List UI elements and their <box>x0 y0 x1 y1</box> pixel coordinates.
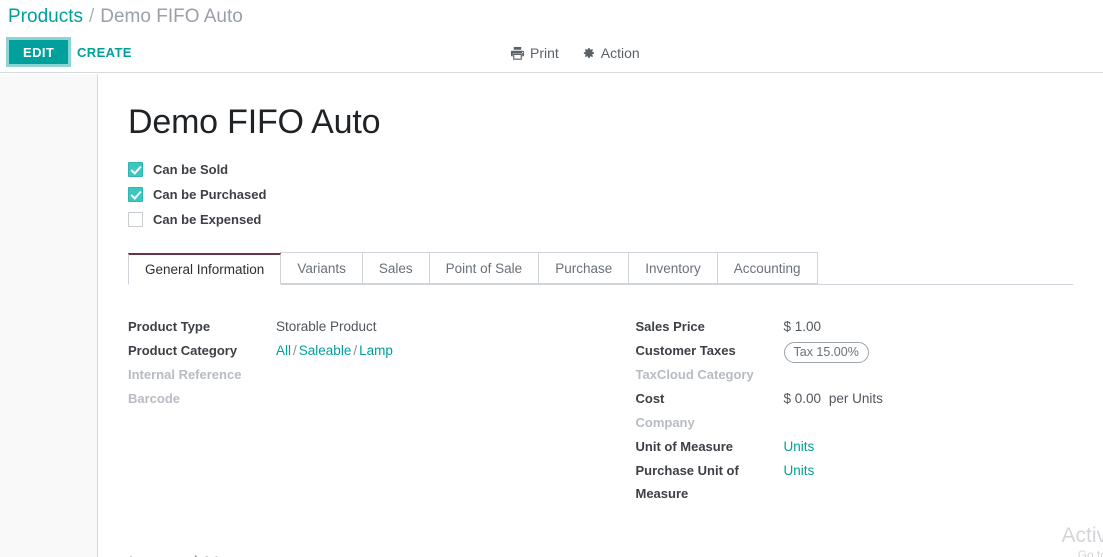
field-value-customer-taxes: Tax 15.00% <box>784 339 869 363</box>
product-flags-group: Can be Sold Can be Purchased Can be Expe… <box>128 157 1073 232</box>
tab-point-of-sale[interactable]: Point of Sale <box>429 252 540 284</box>
internal-notes-heading: Internal Notes <box>128 505 1073 557</box>
field-internal-reference: Internal Reference <box>128 363 601 387</box>
form-column-right: Sales Price $ 1.00 Customer Taxes Tax 15… <box>601 315 1074 505</box>
field-value-product-category: All/Saleable/Lamp <box>276 339 393 363</box>
checkbox-label-can-be-sold: Can be Sold <box>153 162 228 177</box>
checkbox-row-can-be-purchased[interactable]: Can be Purchased <box>128 182 1073 207</box>
odoo-product-form-page: Products / Demo FIFO Auto EDIT CREATE Pr… <box>0 0 1103 557</box>
field-unit-of-measure: Unit of Measure Units <box>636 435 1074 459</box>
checkbox-row-can-be-expensed[interactable]: Can be Expensed <box>128 207 1073 232</box>
page-title: Demo FIFO Auto <box>128 92 1073 141</box>
status-badge-tax[interactable]: Tax 15.00% <box>784 342 869 363</box>
field-value-product-type[interactable]: Storable Product <box>276 315 377 339</box>
field-label-purchase-unit-of-measure: Purchase Unit of Measure <box>636 459 784 505</box>
field-customer-taxes: Customer Taxes Tax 15.00% <box>636 339 1074 363</box>
printer-icon <box>510 46 525 61</box>
tab-inventory[interactable]: Inventory <box>628 252 718 284</box>
field-label-internal-reference: Internal Reference <box>128 363 276 387</box>
category-link-saleable[interactable]: Saleable <box>299 343 352 358</box>
tab-purchase[interactable]: Purchase <box>538 252 629 284</box>
category-link-lamp[interactable]: Lamp <box>359 343 393 358</box>
field-taxcloud-category: TaxCloud Category <box>636 363 1074 387</box>
field-product-category: Product Category All/Saleable/Lamp <box>128 339 601 363</box>
category-separator-1: / <box>293 343 297 358</box>
print-menu-button[interactable]: Print <box>510 45 559 61</box>
print-label: Print <box>530 45 559 61</box>
field-label-product-type: Product Type <box>128 315 276 339</box>
create-button[interactable]: CREATE <box>65 37 144 67</box>
tab-variants[interactable]: Variants <box>280 252 363 284</box>
field-value-purchase-unit-of-measure[interactable]: Units <box>784 459 815 483</box>
checkbox-label-can-be-purchased: Can be Purchased <box>153 187 266 202</box>
field-value-cost: $ 0.00 per Units <box>784 387 883 411</box>
tab-general-information[interactable]: General Information <box>128 253 281 285</box>
field-purchase-unit-of-measure: Purchase Unit of Measure Units <box>636 459 1074 505</box>
cost-unit-suffix: per Units <box>829 391 883 406</box>
field-label-barcode: Barcode <box>128 387 276 411</box>
field-label-product-category: Product Category <box>128 339 276 363</box>
checkbox-row-can-be-sold[interactable]: Can be Sold <box>128 157 1073 182</box>
field-value-sales-price[interactable]: $ 1.00 <box>784 315 822 339</box>
tab-accounting[interactable]: Accounting <box>717 252 818 284</box>
breadcrumb: Products / Demo FIFO Auto <box>0 0 1103 33</box>
tab-sales[interactable]: Sales <box>362 252 430 284</box>
field-barcode: Barcode <box>128 387 601 411</box>
breadcrumb-link-products[interactable]: Products <box>8 6 83 28</box>
checkbox-label-can-be-expensed: Can be Expensed <box>153 212 261 227</box>
action-menu-button[interactable]: Action <box>581 45 640 61</box>
checkbox-can-be-expensed[interactable] <box>128 212 143 227</box>
field-product-type: Product Type Storable Product <box>128 315 601 339</box>
field-label-customer-taxes: Customer Taxes <box>636 339 784 363</box>
checkbox-can-be-sold[interactable] <box>128 162 143 177</box>
field-label-taxcloud-category: TaxCloud Category <box>636 363 784 387</box>
control-panel: EDIT CREATE Print <box>0 33 1103 73</box>
field-cost: Cost $ 0.00 per Units <box>636 387 1074 411</box>
breadcrumb-separator: / <box>89 6 94 28</box>
form-column-left: Product Type Storable Product Product Ca… <box>128 315 601 505</box>
field-label-cost: Cost <box>636 387 784 411</box>
field-value-unit-of-measure[interactable]: Units <box>784 435 815 459</box>
form-notebook-tabs: General Information Variants Sales Point… <box>128 253 1073 285</box>
general-information-pane: Product Type Storable Product Product Ca… <box>128 315 1073 505</box>
edit-button[interactable]: EDIT <box>6 37 71 67</box>
breadcrumb-current: Demo FIFO Auto <box>100 6 243 28</box>
checkbox-can-be-purchased[interactable] <box>128 187 143 202</box>
gear-icon <box>581 46 596 61</box>
field-label-company: Company <box>636 411 784 435</box>
field-label-unit-of-measure: Unit of Measure <box>636 435 784 459</box>
field-label-sales-price: Sales Price <box>636 315 784 339</box>
category-separator-2: / <box>353 343 357 358</box>
page-body: Demo FIFO Auto Can be Sold Can be Purcha… <box>0 74 1103 557</box>
toolbar-actions: Print Action <box>510 33 640 73</box>
field-company: Company <box>636 411 1074 435</box>
form-sheet: Demo FIFO Auto Can be Sold Can be Purcha… <box>97 74 1103 557</box>
category-link-all[interactable]: All <box>276 343 291 358</box>
field-sales-price: Sales Price $ 1.00 <box>636 315 1074 339</box>
cost-amount[interactable]: $ 0.00 <box>784 391 822 406</box>
action-label: Action <box>601 45 640 61</box>
